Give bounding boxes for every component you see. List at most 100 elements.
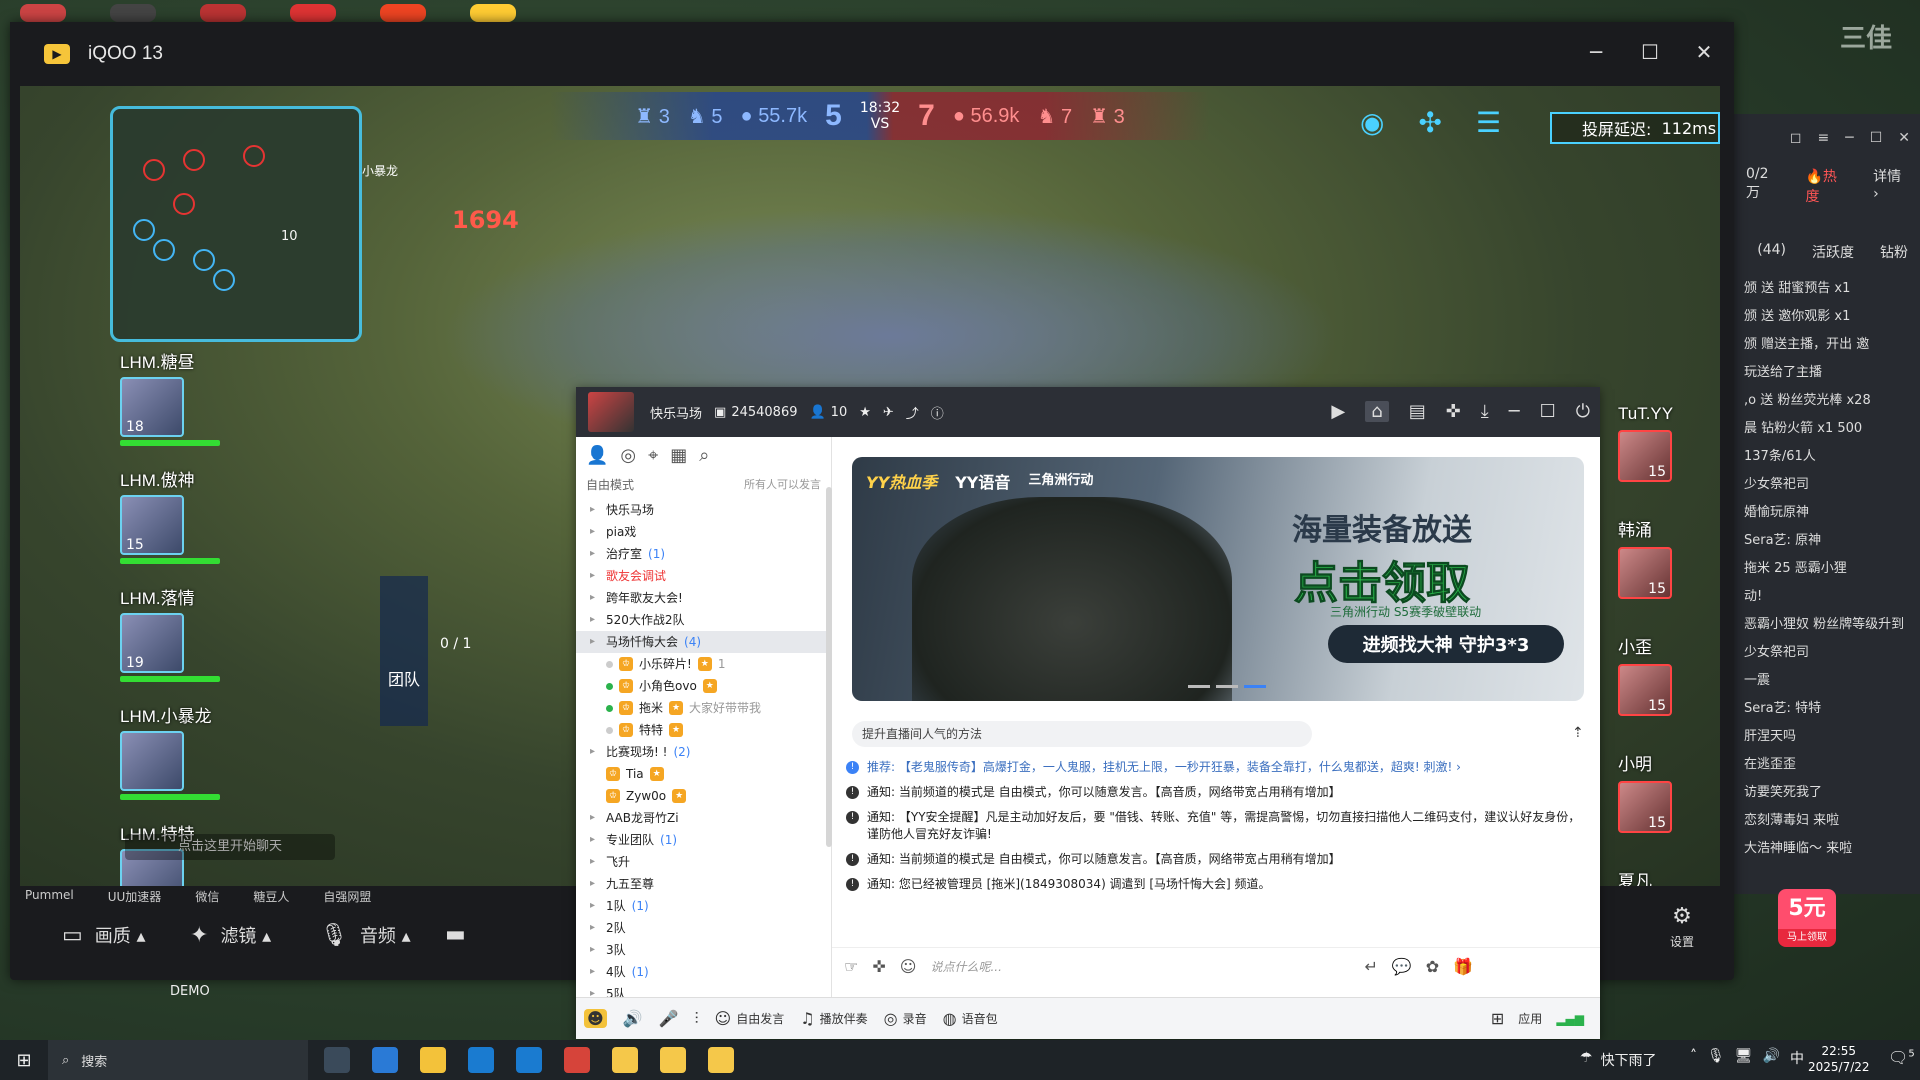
record-button[interactable]: ◎ 录音 <box>884 1009 927 1028</box>
expand-icon[interactable]: ▸ <box>590 807 600 829</box>
expand-icon[interactable]: ▸ <box>590 961 600 983</box>
ime-indicator[interactable]: 中 <box>1790 1048 1804 1068</box>
expand-icon[interactable]: ▸ <box>590 521 600 543</box>
favorite-icon[interactable]: ★ <box>859 405 871 420</box>
apps-icon[interactable]: ⊞ <box>1491 1009 1504 1028</box>
side-detail-link[interactable]: 详情 › <box>1873 166 1908 206</box>
plane-icon[interactable]: ✈ <box>883 405 894 420</box>
taskbar-search[interactable]: ⌕ 搜索 <box>48 1040 308 1080</box>
chat-input[interactable]: 说点什么呢... <box>930 958 1350 975</box>
clock[interactable]: 22:55 2025/7/22 <box>1808 1043 1870 1075</box>
channel-item[interactable]: ▸ 跨年歌友大会! <box>576 587 831 609</box>
edge-icon[interactable] <box>372 1047 398 1073</box>
hero-portrait[interactable]: 15 <box>120 495 184 555</box>
minimap[interactable]: 10 <box>110 106 362 342</box>
recent-app[interactable]: Pummel <box>25 888 74 905</box>
yy-maximize-icon[interactable]: ☐ <box>1540 401 1556 422</box>
send-icon[interactable]: ↵ <box>1364 957 1377 976</box>
user-item[interactable]: ♔ 特特 ★ <box>576 719 831 741</box>
app-red-icon[interactable] <box>564 1047 590 1073</box>
windows-start-icon[interactable]: ⊞ <box>0 1050 48 1071</box>
channel-item[interactable]: ▸ 比赛现场! ! (2) <box>576 741 831 763</box>
channel-item[interactable]: ▸ 2队 <box>576 917 831 939</box>
search-icon[interactable]: ⌕ <box>699 445 709 466</box>
home-icon[interactable]: ⌂ <box>1365 401 1389 422</box>
speaker-icon[interactable]: 🔊 <box>623 1009 643 1028</box>
microphone-icon[interactable]: 🎤 <box>659 1009 679 1028</box>
accompany-button[interactable]: ♫ 播放伴奏 <box>800 1009 867 1028</box>
hero-portrait[interactable] <box>120 731 184 791</box>
channel-item[interactable]: ▸ 飞升 <box>576 851 831 873</box>
expand-icon[interactable]: ▸ <box>590 565 600 587</box>
side-tab-fans[interactable]: 钻粉 <box>1880 242 1908 262</box>
channel-item[interactable]: ▸ 专业团队 (1) <box>576 829 831 851</box>
expand-icon[interactable]: ▸ <box>590 741 600 763</box>
side-tab-count[interactable]: (44) <box>1757 242 1786 262</box>
list-icon[interactable]: ☰ <box>1476 106 1501 139</box>
network-icon[interactable]: 🖥 <box>1735 1048 1753 1068</box>
hand-icon[interactable]: ☞ <box>844 957 858 976</box>
download-icon[interactable]: ⤓ <box>1481 401 1489 422</box>
tray-mic-icon[interactable]: 🎙 <box>1707 1048 1725 1068</box>
channel-item[interactable]: ▸ 快乐马场 <box>576 499 831 521</box>
app-yellow2-icon[interactable] <box>660 1047 686 1073</box>
minimize-icon[interactable]: ─ <box>1845 130 1853 146</box>
explorer-icon[interactable] <box>420 1047 446 1073</box>
recent-app[interactable]: 自强网盟 <box>323 888 371 905</box>
recent-app[interactable]: 微信 <box>195 888 219 905</box>
yy-taskbar-icon[interactable] <box>708 1047 734 1073</box>
app-yellow-icon[interactable] <box>612 1047 638 1073</box>
ad-banner[interactable]: YY热血季 YY语音 三角洲行动 海量装备放送 点击领取 三角洲行动 S5赛季破… <box>852 457 1584 701</box>
expand-icon[interactable]: ▸ <box>590 873 600 895</box>
user-item[interactable]: ♔ 小乐碎片! ★ 1 <box>576 653 831 675</box>
expand-icon[interactable]: ▸ <box>590 587 600 609</box>
voice-icon[interactable]: ◎ <box>620 445 636 466</box>
team-icon[interactable]: ◉ <box>1360 106 1384 139</box>
close-button[interactable]: ✕ <box>1692 40 1716 64</box>
menu-icon[interactable]: ≡ <box>1818 130 1830 146</box>
chat-hint[interactable]: 点击这里开始聊天 <box>125 834 335 860</box>
quality-button[interactable]: ▭ 画质 ▴ <box>62 922 146 948</box>
user-item[interactable]: ♔ Tia ★ <box>576 763 831 785</box>
emoji-icon[interactable]: ☺ <box>900 957 917 976</box>
gamepad-icon[interactable]: ✜ <box>1446 401 1461 422</box>
side-tab-activity[interactable]: 活跃度 <box>1812 242 1854 262</box>
yy-logo-icon[interactable]: ☻ <box>584 1009 607 1028</box>
board-icon[interactable]: ▤ <box>1409 401 1426 422</box>
volume-icon[interactable]: 🔊 <box>1763 1048 1780 1068</box>
expand-icon[interactable]: ▸ <box>590 609 600 631</box>
camera-button[interactable]: ▬ <box>445 922 466 947</box>
channel-item[interactable]: ▸ 歌友会调试 <box>576 565 831 587</box>
info-icon[interactable]: ⓘ <box>931 403 944 422</box>
channel-item[interactable]: ▸ 马场忏悔大会 (4) <box>576 631 831 653</box>
maximize-icon[interactable]: ☐ <box>1870 130 1883 146</box>
expand-icon[interactable]: ▸ <box>590 917 600 939</box>
channel-item[interactable]: ▸ 3队 <box>576 939 831 961</box>
channel-item[interactable]: ▸ 520大作战2队 <box>576 609 831 631</box>
banner-button[interactable]: 进频找大神 守护3*3 <box>1328 625 1564 663</box>
voice-pack-button[interactable]: ◍ 语音包 <box>943 1009 998 1028</box>
enemy-portrait[interactable]: 15 <box>1618 664 1672 716</box>
shrink-icon[interactable]: ✣ <box>1418 106 1441 139</box>
channel-item[interactable]: ▸ 1队 (1) <box>576 895 831 917</box>
settings-button[interactable]: ⚙ 设置 <box>1670 904 1694 950</box>
flower-icon[interactable]: ✿ <box>1426 957 1439 976</box>
outlook-icon[interactable] <box>516 1047 542 1073</box>
collapse-icon[interactable]: ⇡ <box>1572 725 1584 741</box>
comment-icon[interactable]: 💬 <box>1392 957 1412 976</box>
power-icon[interactable]: ⏻ <box>1576 401 1590 422</box>
channel-item[interactable]: ▸ AAB龙哥竹Zi <box>576 807 831 829</box>
audio-button[interactable]: 🎙 音频 ▴ <box>320 922 411 948</box>
expand-icon[interactable]: ▸ <box>590 543 600 565</box>
pin-icon[interactable]: ◻ <box>1790 130 1802 146</box>
promo-badge[interactable]: 5元 马上领取 <box>1778 889 1836 953</box>
team-chat-tab[interactable]: 团队 <box>380 576 428 726</box>
user-item[interactable]: ♔ 拖米 ★ 大家好带带我 <box>576 697 831 719</box>
channel-avatar[interactable] <box>588 392 634 432</box>
expand-icon[interactable]: ▸ <box>590 939 600 961</box>
channel-item[interactable]: ▸ 九五至尊 <box>576 873 831 895</box>
minimize-button[interactable]: ─ <box>1584 40 1608 64</box>
video-icon[interactable]: ▶ <box>1331 401 1345 422</box>
taskview-icon[interactable] <box>324 1047 350 1073</box>
weather[interactable]: ☂ 快下雨了 <box>1580 1050 1657 1070</box>
